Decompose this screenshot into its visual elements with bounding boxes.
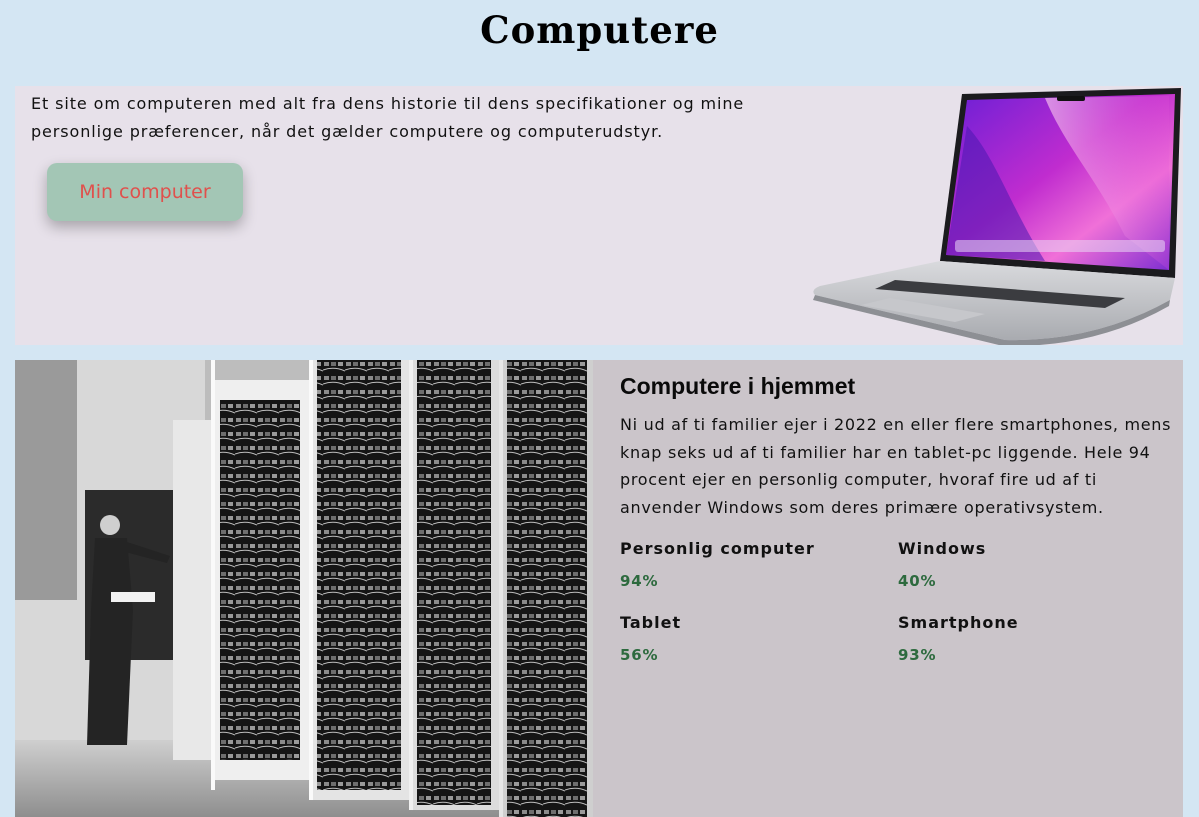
home-computers-section: Computere i hjemmet Ni ud af ti familier… (15, 360, 1183, 817)
stat-label: Windows (898, 539, 987, 558)
section-title: Computere i hjemmet (620, 373, 856, 399)
stat-value: 94% (620, 572, 659, 590)
section-text: Ni ud af ti familier ejer i 2022 en elle… (620, 415, 1172, 517)
hero-section: Et site om computeren med alt fra dens h… (15, 86, 1183, 345)
stat-smartphone: Smartphone 93% (898, 612, 1158, 666)
stat-value: 56% (620, 646, 659, 664)
stat-windows: Windows 40% (898, 538, 1158, 592)
stat-value: 93% (898, 646, 937, 664)
stat-label: Smartphone (898, 613, 1019, 632)
stat-value: 40% (898, 572, 937, 590)
page-title: Computere (480, 8, 719, 52)
stat-tablet: Tablet 56% (620, 612, 880, 666)
hero-intro-text: Et site om computeren med alt fra dens h… (31, 94, 745, 141)
my-computer-button[interactable]: Min computer (47, 163, 243, 221)
stat-personal-computer: Personlig computer 94% (620, 538, 880, 592)
laptop-image (813, 88, 1181, 345)
stat-label: Personlig computer (620, 539, 815, 558)
mainframe-photo (15, 360, 593, 817)
stat-label: Tablet (620, 613, 682, 632)
